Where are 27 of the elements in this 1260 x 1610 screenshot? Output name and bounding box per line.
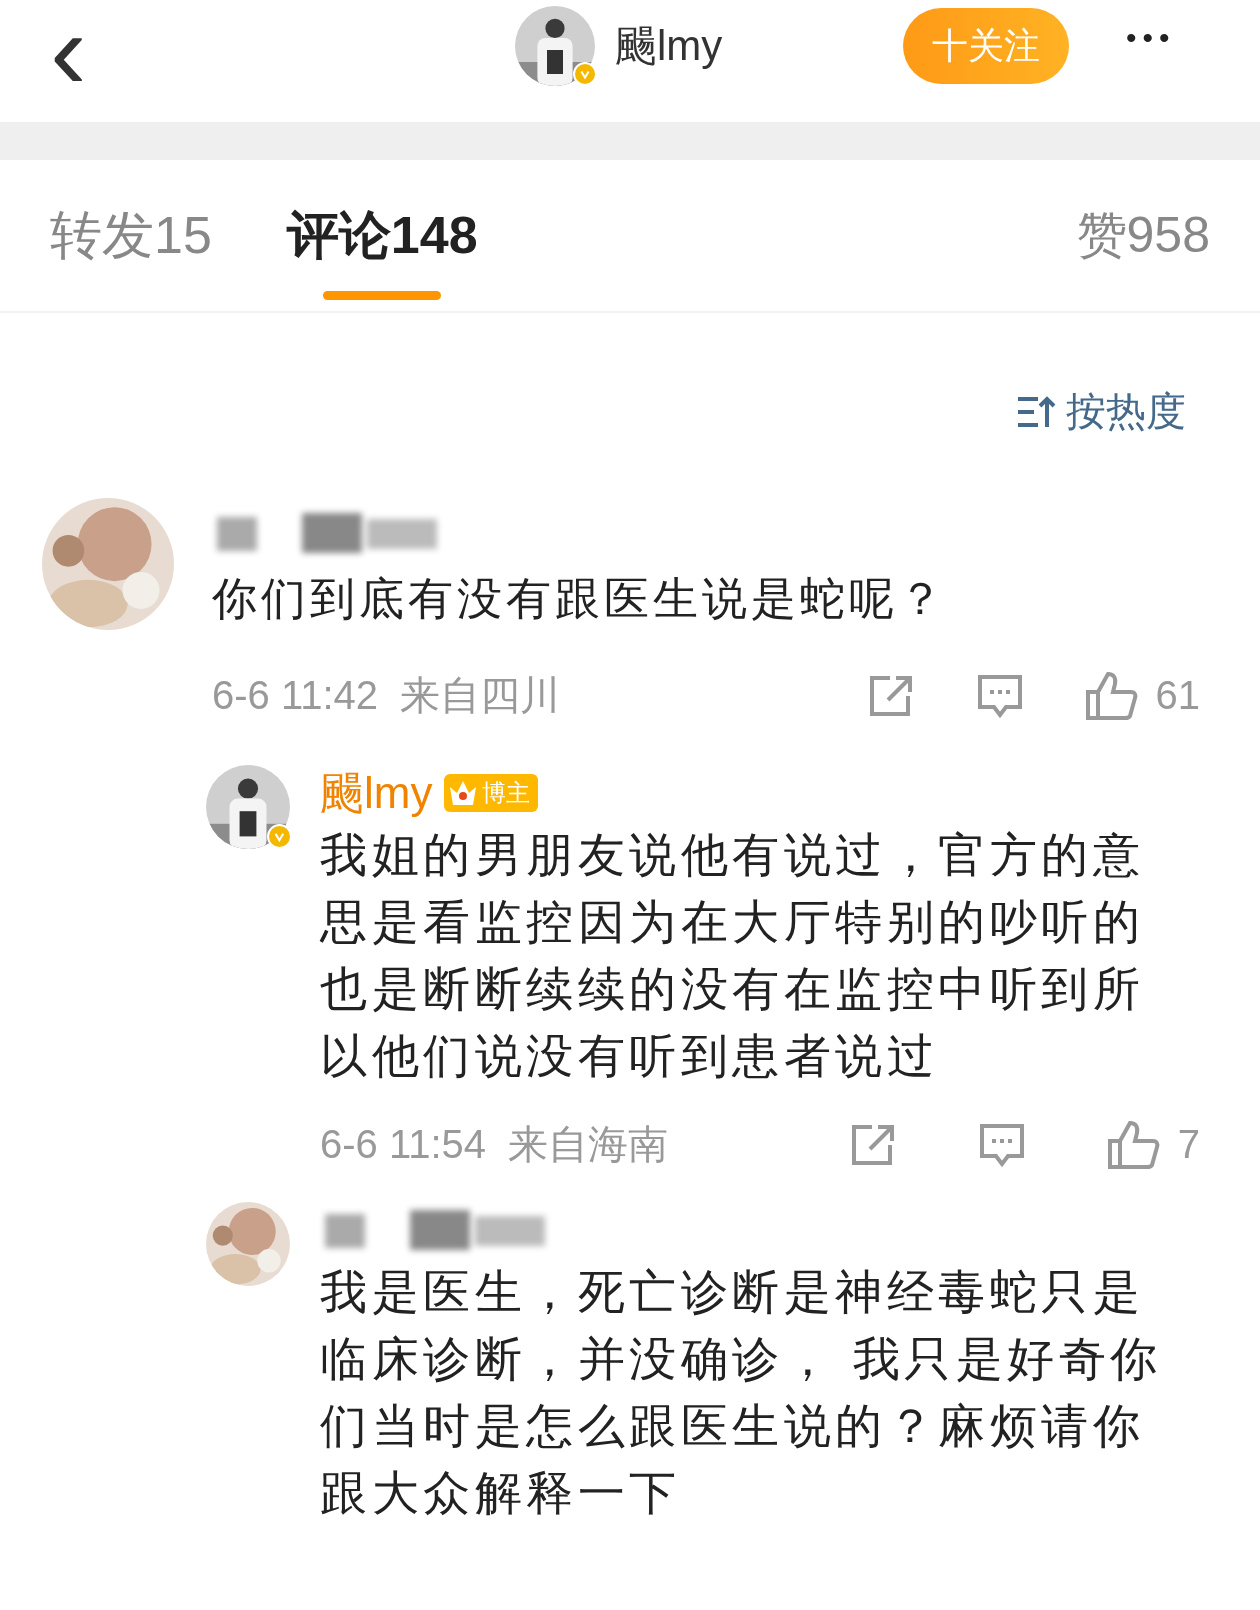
- comment-location: 来自四川: [400, 672, 561, 719]
- sort-icon: [1016, 394, 1056, 429]
- reply-author[interactable]: 颺lmy: [320, 763, 433, 823]
- reply-text: 我姐的男朋友说他有说过，官方的意思是看监控因为在大厅特别的吵听的也是断断续续的没有在监控中听到所以他们说没有听到患者说过: [320, 827, 1145, 1084]
- tab[interactable]: 评论148: [286, 159, 478, 312]
- more-button[interactable]: •••: [1120, 20, 1182, 56]
- comment-text: 你们到底有没有跟医生说是蛇呢？: [212, 572, 948, 626]
- comment-icon: [975, 672, 1024, 719]
- comment-location: 来自海南: [508, 1121, 669, 1168]
- reply-text: 我是医生，死亡诊断是神经毒蛇只是临床诊断，并没确诊， 我只是好奇你们当时是怎么跟医生说的？麻烦请你跟大众解释一下: [320, 1264, 1163, 1521]
- reply-button[interactable]: [977, 1121, 1026, 1168]
- comment-time: 6-6 11:42: [212, 673, 379, 718]
- follow-button[interactable]: 十关注: [903, 8, 1069, 84]
- crown-icon: [448, 779, 479, 807]
- sort-button[interactable]: 按热度: [1010, 383, 1192, 440]
- thumbs-up-icon: [1083, 669, 1138, 722]
- like-button[interactable]: 7: [1105, 1118, 1200, 1171]
- comment-icon: [977, 1121, 1026, 1168]
- back-button[interactable]: ‹: [40, 0, 97, 126]
- comment-time: 6-6 11:54: [320, 1122, 487, 1167]
- blogger-badge: 博主: [444, 774, 539, 812]
- tab[interactable]: 转发15: [50, 159, 212, 312]
- thumbs-up-icon: [1105, 1118, 1160, 1171]
- like-button[interactable]: 61: [1083, 669, 1200, 722]
- username: 颺lmy: [615, 21, 723, 71]
- reply-button[interactable]: [975, 672, 1024, 719]
- likes-count[interactable]: 赞958: [1076, 202, 1210, 269]
